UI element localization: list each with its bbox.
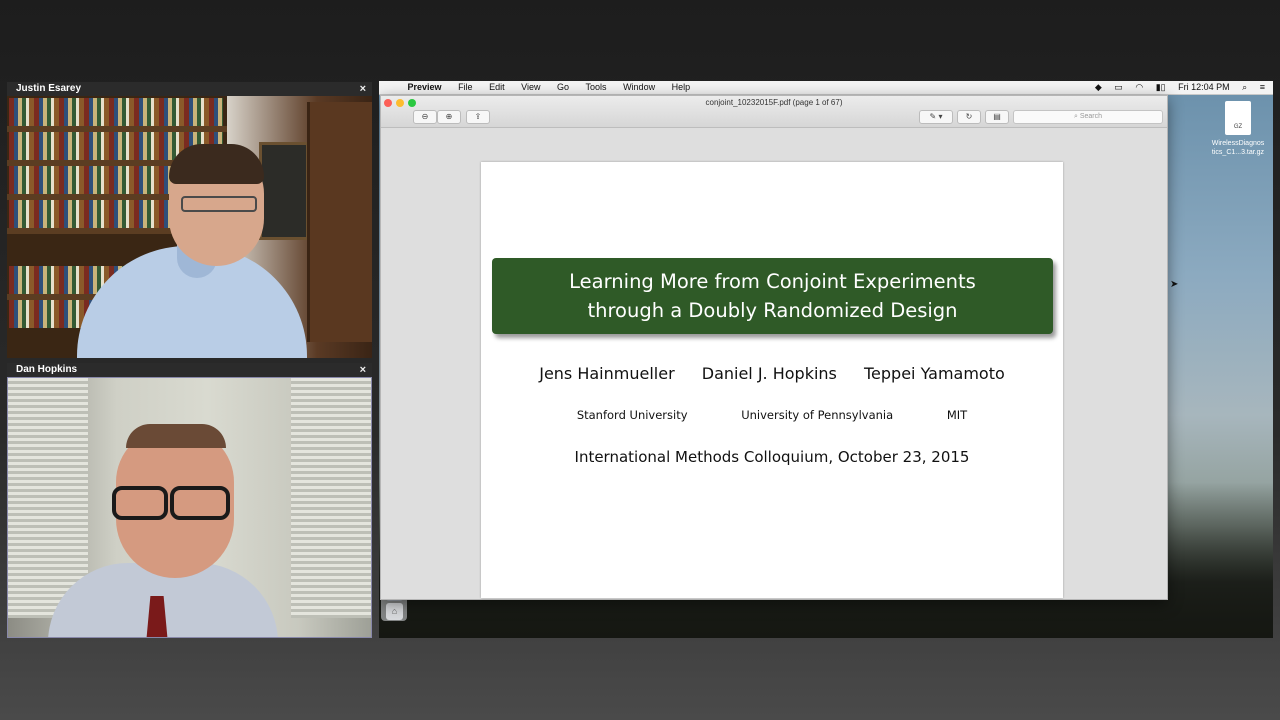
webcam-title-bar: Dan Hopkins × (7, 363, 372, 377)
pdf-page: Learning More from Conjoint Experiments … (481, 162, 1063, 598)
list-icon[interactable]: ≡ (1260, 81, 1265, 94)
archive-file-icon: GZ (1225, 101, 1251, 135)
markup-pen-icon[interactable]: ✎ ▾ (919, 110, 953, 124)
rotate-icon[interactable]: ↻ (957, 110, 981, 124)
zoom-out-icon[interactable]: ⊖ (413, 110, 437, 124)
glasses (112, 486, 168, 520)
menu-edit[interactable]: Edit (489, 81, 505, 94)
menu-file[interactable]: File (458, 81, 473, 94)
mouse-cursor-icon: ➤ (1170, 279, 1179, 290)
menu-window[interactable]: Window (623, 81, 655, 94)
close-icon[interactable]: × (360, 363, 366, 377)
affiliation-list: Stanford University University of Pennsy… (481, 408, 1063, 422)
file-name-line-2: tics_C1...3.tar.gz (1211, 149, 1265, 156)
search-icon[interactable]: ⌕ (1242, 81, 1247, 94)
file-name-line-1: WirelessDiagnos (1211, 140, 1265, 147)
affiliation: University of Pennsylvania (741, 408, 894, 422)
person-hair (126, 424, 226, 448)
zoom-in-icon[interactable]: ⊕ (437, 110, 461, 124)
webcam-panel-bottom: Dan Hopkins × (7, 363, 372, 638)
venue-date: International Methods Colloquium, Octobe… (574, 448, 970, 466)
slide-title-box: Learning More from Conjoint Experiments … (492, 258, 1053, 334)
participant-name: Justin Esarey (16, 83, 82, 94)
menu-clock[interactable]: Fri 12:04 PM (1178, 81, 1230, 94)
status-area: ◆ ▭ ◠ ▮▯ Fri 12:04 PM ⌕ ≡ (1085, 81, 1265, 94)
toolbox-icon[interactable]: ▤ (985, 110, 1009, 124)
webcam-title-bar: Justin Esarey × (7, 82, 372, 96)
author-list: Jens Hainmueller Daniel J. Hopkins Teppe… (481, 364, 1063, 383)
document-title: conjoint_10232015F.pdf (page 1 of 67) (705, 98, 843, 107)
person-hair (169, 144, 264, 184)
search-placeholder: Search (1079, 113, 1103, 120)
mac-desktop: Preview File Edit View Go Tools Window H… (379, 81, 1273, 638)
glasses (181, 196, 257, 212)
document-viewport[interactable]: Learning More from Conjoint Experiments … (381, 128, 1167, 599)
close-icon[interactable]: × (360, 82, 366, 96)
webcam-video (7, 377, 372, 638)
door (307, 102, 372, 342)
window-blinds (291, 378, 371, 618)
participant-name: Dan Hopkins (16, 364, 78, 375)
affiliation: MIT (946, 408, 968, 422)
menu-app-name[interactable]: Preview (408, 81, 442, 94)
affiliation: Stanford University (576, 408, 688, 422)
glasses (170, 486, 230, 520)
author-name: Daniel J. Hopkins (701, 364, 837, 383)
share-icon[interactable]: ⇪ (466, 110, 490, 124)
wifi-icon[interactable]: ◠ (1135, 81, 1143, 94)
search-input[interactable]: ⌕ Search (1013, 110, 1163, 124)
menu-tools[interactable]: Tools (586, 81, 607, 94)
trash-icon[interactable]: ⌂ (386, 603, 403, 620)
menu-bar: Preview File Edit View Go Tools Window H… (379, 81, 1273, 95)
file-extension-label: GZ (1233, 124, 1243, 130)
slide-title-line-2: through a Doubly Randomized Design (587, 299, 958, 322)
menu-help[interactable]: Help (672, 81, 691, 94)
author-name: Teppei Yamamoto (863, 364, 1005, 383)
battery-icon[interactable]: ▮▯ (1156, 81, 1166, 94)
menu-view[interactable]: View (521, 81, 540, 94)
window-titlebar: conjoint_10232015F.pdf (page 1 of 67) ⊖ … (381, 96, 1167, 128)
slide-title-line-1: Learning More from Conjoint Experiments (569, 270, 976, 293)
webcam-panel-top: Justin Esarey × (7, 82, 372, 358)
dropbox-icon[interactable]: ◆ (1095, 81, 1102, 94)
preview-window: conjoint_10232015F.pdf (page 1 of 67) ⊖ … (380, 95, 1168, 600)
chalkboard (259, 142, 309, 240)
webcam-video (7, 96, 372, 358)
airplay-icon[interactable]: ▭ (1114, 81, 1123, 94)
author-name: Jens Hainmueller (539, 364, 675, 383)
desktop-file[interactable]: GZ WirelessDiagnos tics_C1...3.tar.gz (1209, 101, 1267, 157)
menu-go[interactable]: Go (557, 81, 569, 94)
